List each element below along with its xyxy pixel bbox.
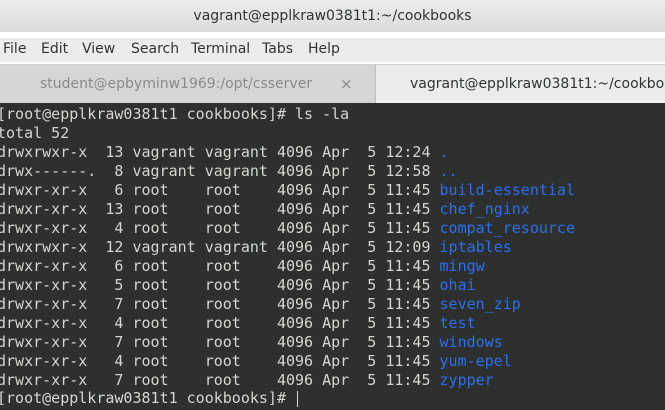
entry-name: test xyxy=(439,314,476,332)
terminal-output[interactable]: [root@epplkraw0381t1 cookbooks]# ls -la … xyxy=(0,103,665,410)
entry-meta: drwxr-xr-x 7 root root 4096 Apr 5 11:45 xyxy=(0,371,440,389)
entry-meta: drwxr-xr-x 6 root root 4096 Apr 5 11:45 xyxy=(0,257,440,275)
menu-tabs[interactable]: Tabs xyxy=(262,41,293,57)
command-text: [root@epplkraw0381t1 cookbooks]# ls -la xyxy=(0,105,350,123)
listing-row: drwx------. 8 vagrant vagrant 4096 Apr 5… xyxy=(0,162,458,181)
entry-meta: drwxr-xr-x 13 root root 4096 Apr 5 11:45 xyxy=(0,200,440,218)
menu-help[interactable]: Help xyxy=(308,41,340,57)
entry-meta: drwxr-xr-x 4 root root 4096 Apr 5 11:45 xyxy=(0,314,440,332)
menu-search[interactable]: Search xyxy=(131,41,179,57)
tab-bar: student@epbyminw1969:/opt/csserver × vag… xyxy=(0,64,665,104)
entry-name: seven_zip xyxy=(439,295,521,313)
entry-name: windows xyxy=(439,333,503,351)
entry-name: .. xyxy=(439,162,458,180)
entry-name: . xyxy=(439,143,449,161)
entry-name: yum-epel xyxy=(439,352,512,370)
menu-bar: File Edit View Search Terminal Tabs Help xyxy=(0,38,665,62)
listing-row: drwxrwxr-x 13 vagrant vagrant 4096 Apr 5… xyxy=(0,143,449,162)
close-icon[interactable]: × xyxy=(340,65,353,103)
menu-file[interactable]: File xyxy=(3,41,26,57)
entry-meta: drwxrwxr-x 12 vagrant vagrant 4096 Apr 5… xyxy=(0,238,440,256)
entry-name: ohai xyxy=(439,276,476,294)
tab-label: student@epbyminw1969:/opt/csserver xyxy=(40,76,313,92)
listing-row: drwxr-xr-x 4 root root 4096 Apr 5 11:45 … xyxy=(0,352,512,371)
entry-meta: drwxr-xr-x 5 root root 4096 Apr 5 11:45 xyxy=(0,276,440,294)
listing-row: drwxrwxr-x 12 vagrant vagrant 4096 Apr 5… xyxy=(0,238,512,257)
text-cursor xyxy=(297,390,299,407)
entry-name: mingw xyxy=(439,257,485,275)
entry-meta: drwxr-xr-x 7 root root 4096 Apr 5 11:45 xyxy=(0,333,440,351)
prompt-text: [root@epplkraw0381t1 cookbooks]# xyxy=(0,389,296,407)
listing-row: drwxr-xr-x 5 root root 4096 Apr 5 11:45 … xyxy=(0,276,476,295)
entry-name: chef_nginx xyxy=(439,200,530,218)
entry-meta: drwx------. 8 vagrant vagrant 4096 Apr 5… xyxy=(0,162,440,180)
total-text: total 52 xyxy=(0,124,70,142)
menu-view[interactable]: View xyxy=(82,41,115,57)
terminal-command-line: [root@epplkraw0381t1 cookbooks]# ls -la xyxy=(0,105,349,124)
listing-row: drwxr-xr-x 6 root root 4096 Apr 5 11:45 … xyxy=(0,181,575,200)
entry-name: build-essential xyxy=(439,181,575,199)
terminal-total-line: total 52 xyxy=(0,124,69,143)
entry-meta: drwxr-xr-x 4 root root 4096 Apr 5 11:45 xyxy=(0,219,440,237)
tab-label: vagrant@epplkraw0381t1:~/cookbooks xyxy=(410,76,665,92)
window-title: vagrant@epplkraw0381t1:~/cookbooks xyxy=(193,8,472,24)
listing-row: drwxr-xr-x 6 root root 4096 Apr 5 11:45 … xyxy=(0,257,485,276)
entry-meta: drwxr-xr-x 7 root root 4096 Apr 5 11:45 xyxy=(0,295,440,313)
listing-row: drwxr-xr-x 4 root root 4096 Apr 5 11:45 … xyxy=(0,314,476,333)
entry-name: zypper xyxy=(439,371,494,389)
listing-row: drwxr-xr-x 7 root root 4096 Apr 5 11:45 … xyxy=(0,371,494,390)
listing-row: drwxr-xr-x 7 root root 4096 Apr 5 11:45 … xyxy=(0,333,503,352)
entry-name: iptables xyxy=(439,238,512,256)
tab-csserver[interactable]: student@epbyminw1969:/opt/csserver × xyxy=(0,65,376,103)
listing-row: drwxr-xr-x 7 root root 4096 Apr 5 11:45 … xyxy=(0,295,521,314)
listing-row: drwxr-xr-x 4 root root 4096 Apr 5 11:45 … xyxy=(0,219,575,238)
entry-meta: drwxr-xr-x 6 root root 4096 Apr 5 11:45 xyxy=(0,181,440,199)
entry-meta: drwxrwxr-x 13 vagrant vagrant 4096 Apr 5… xyxy=(0,143,440,161)
terminal-prompt-line[interactable]: [root@epplkraw0381t1 cookbooks]# xyxy=(0,389,299,408)
listing-row: drwxr-xr-x 13 root root 4096 Apr 5 11:45… xyxy=(0,200,530,219)
menu-edit[interactable]: Edit xyxy=(41,41,68,57)
window-titlebar[interactable]: vagrant@epplkraw0381t1:~/cookbooks xyxy=(0,0,665,32)
tab-cookbooks[interactable]: vagrant@epplkraw0381t1:~/cookbooks xyxy=(376,65,665,103)
entry-name: compat_resource xyxy=(439,219,575,237)
menu-terminal[interactable]: Terminal xyxy=(191,41,250,57)
entry-meta: drwxr-xr-x 4 root root 4096 Apr 5 11:45 xyxy=(0,352,440,370)
